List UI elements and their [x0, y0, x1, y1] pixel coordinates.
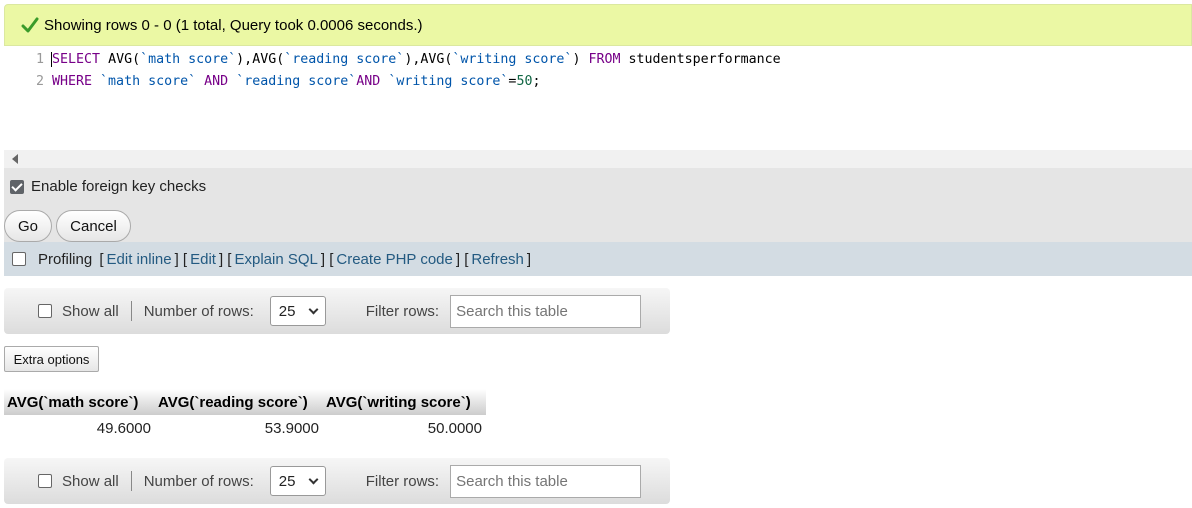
sql-editor[interactable]: 1 SELECT AVG(`math score`),AVG(`reading s…: [4, 46, 1192, 150]
line-number: 1: [35, 52, 44, 67]
sql-keyword-and: AND: [356, 74, 381, 89]
show-all-checkbox[interactable]: [38, 304, 52, 318]
sql-punct: ),: [404, 52, 421, 67]
column-header[interactable]: AVG(`writing score`): [323, 389, 486, 415]
column-header[interactable]: AVG(`reading score`): [155, 389, 323, 415]
divider: [130, 301, 132, 321]
create-php-code-link[interactable]: Create PHP code: [336, 251, 452, 268]
filter-rows-label: Filter rows:: [365, 302, 440, 320]
rows-per-page-select[interactable]: 25: [269, 466, 326, 496]
sql-column: `reading score`: [284, 52, 405, 67]
table-navigation-top: Show all Number of rows: 25 Filter rows:: [4, 288, 670, 334]
sql-column: `math score`: [140, 52, 237, 67]
number-of-rows-label: Number of rows:: [143, 302, 254, 320]
filter-rows-input[interactable]: [450, 294, 642, 328]
horizontal-scrollbar[interactable]: [4, 150, 1192, 168]
editor-line-1: 1 SELECT AVG(`math score`),AVG(`reading s…: [4, 49, 781, 71]
sql-column: `math score`: [100, 74, 197, 89]
show-all-checkbox[interactable]: [38, 474, 52, 488]
query-options-panel: Enable foreign key checks Go Cancel: [4, 168, 1192, 242]
foreign-key-checks-label: Enable foreign key checks: [31, 178, 207, 195]
column-header[interactable]: AVG(`math score`): [4, 389, 155, 415]
number-of-rows-label: Number of rows:: [143, 472, 254, 490]
sql-punct: ),: [236, 52, 253, 67]
line-number: 2: [35, 74, 44, 89]
sql-keyword-where: WHERE: [52, 74, 93, 89]
sql-function: AVG(: [252, 52, 285, 67]
foreign-key-checks-checkbox[interactable]: [10, 179, 24, 194]
profiling-bar: Profiling [Edit inline ] [Edit ] [Explai…: [4, 242, 1192, 276]
scroll-left-icon[interactable]: [12, 154, 18, 164]
sql-table-name: studentsperformance: [628, 52, 781, 67]
sql-punct: ;: [532, 74, 541, 89]
table-cell: 53.9000: [155, 415, 323, 441]
check-icon: [21, 17, 39, 33]
table-row: 49.6000 53.9000 50.0000: [4, 415, 486, 441]
sql-function: AVG(: [420, 52, 453, 67]
editor-line-2: 2 WHERE `math score` AND `reading score`A…: [4, 71, 540, 93]
show-all-label: Show all: [62, 302, 119, 320]
extra-options-button[interactable]: Extra options: [4, 346, 99, 372]
filter-rows-label: Filter rows:: [365, 472, 440, 490]
rows-per-page-select[interactable]: 25: [269, 296, 326, 326]
refresh-link[interactable]: Refresh: [471, 251, 524, 268]
rows-per-page-value: 25: [278, 302, 296, 320]
sql-function: AVG(: [108, 52, 141, 67]
table-cell: 50.0000: [323, 415, 486, 441]
sql-column: `writing score`: [388, 74, 509, 89]
sql-punct: ): [572, 52, 581, 67]
chevron-down-icon: [308, 304, 319, 314]
edit-link[interactable]: Edit: [190, 251, 216, 268]
success-message: Showing rows 0 - 0 (1 total, Query took …: [4, 4, 1192, 46]
sql-keyword-from: FROM: [588, 52, 621, 67]
sql-column: `writing score`: [452, 52, 573, 67]
table-header-row: AVG(`math score`) AVG(`reading score`) A…: [4, 389, 486, 415]
foreign-key-checks-option[interactable]: Enable foreign key checks: [10, 178, 206, 195]
cancel-button[interactable]: Cancel: [56, 210, 131, 242]
table-navigation-bottom: Show all Number of rows: 25 Filter rows:: [4, 458, 670, 504]
results-table: AVG(`math score`) AVG(`reading score`) A…: [4, 389, 486, 441]
profiling-label: Profiling: [38, 250, 93, 268]
rows-per-page-value: 25: [278, 472, 296, 490]
chevron-down-icon: [308, 474, 319, 484]
filter-rows-input[interactable]: [450, 464, 642, 498]
divider: [130, 471, 132, 491]
explain-sql-link[interactable]: Explain SQL: [234, 251, 317, 268]
sql-keyword-select: SELECT: [51, 52, 101, 67]
sql-column: `reading score`: [236, 74, 357, 89]
go-button[interactable]: Go: [4, 210, 52, 242]
sql-number: 50: [516, 74, 533, 89]
success-message-text: Showing rows 0 - 0 (1 total, Query took …: [44, 16, 423, 34]
edit-inline-link[interactable]: Edit inline: [107, 251, 172, 268]
table-cell: 49.6000: [4, 415, 155, 441]
show-all-label: Show all: [62, 472, 119, 490]
profiling-checkbox[interactable]: [12, 252, 26, 266]
sql-keyword-and: AND: [204, 74, 229, 89]
